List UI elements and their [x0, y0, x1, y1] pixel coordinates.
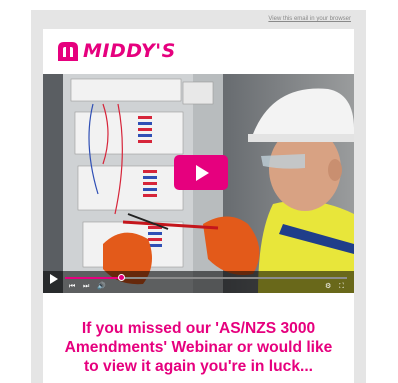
skip-back-icon[interactable]: ⏮: [69, 283, 75, 291]
play-icon[interactable]: [50, 274, 58, 284]
headline: If you missed our 'AS/NZS 3000 Amendment…: [64, 320, 333, 375]
video-controls: ⏮ ⏭ 🔊 ⚙ ⛶: [43, 271, 354, 293]
email-card: MIDDY'S ⏮ ⏭ 🔊 ⚙ ⛶ If you missed our 'AS/…: [43, 29, 354, 383]
view-in-browser-link[interactable]: View this email in your browser: [268, 16, 351, 22]
middys-logo[interactable]: MIDDY'S: [56, 39, 176, 63]
gear-icon[interactable]: ⚙: [325, 283, 331, 291]
email-background: View this email in your browser MIDDY'S: [31, 10, 366, 383]
progress-handle[interactable]: [117, 274, 125, 281]
volume-icon[interactable]: 🔊: [97, 283, 106, 291]
logo-text: MIDDY'S: [83, 40, 176, 62]
progress-bar[interactable]: [65, 274, 347, 281]
play-button[interactable]: [174, 155, 228, 190]
webinar-video-player[interactable]: ⏮ ⏭ 🔊 ⚙ ⛶: [43, 74, 354, 293]
play-icon: [196, 164, 209, 181]
skip-forward-icon[interactable]: ⏭: [83, 283, 89, 291]
middys-m-icon: [58, 42, 78, 61]
progress-fill: [65, 277, 122, 279]
fullscreen-icon[interactable]: ⛶: [339, 283, 344, 291]
